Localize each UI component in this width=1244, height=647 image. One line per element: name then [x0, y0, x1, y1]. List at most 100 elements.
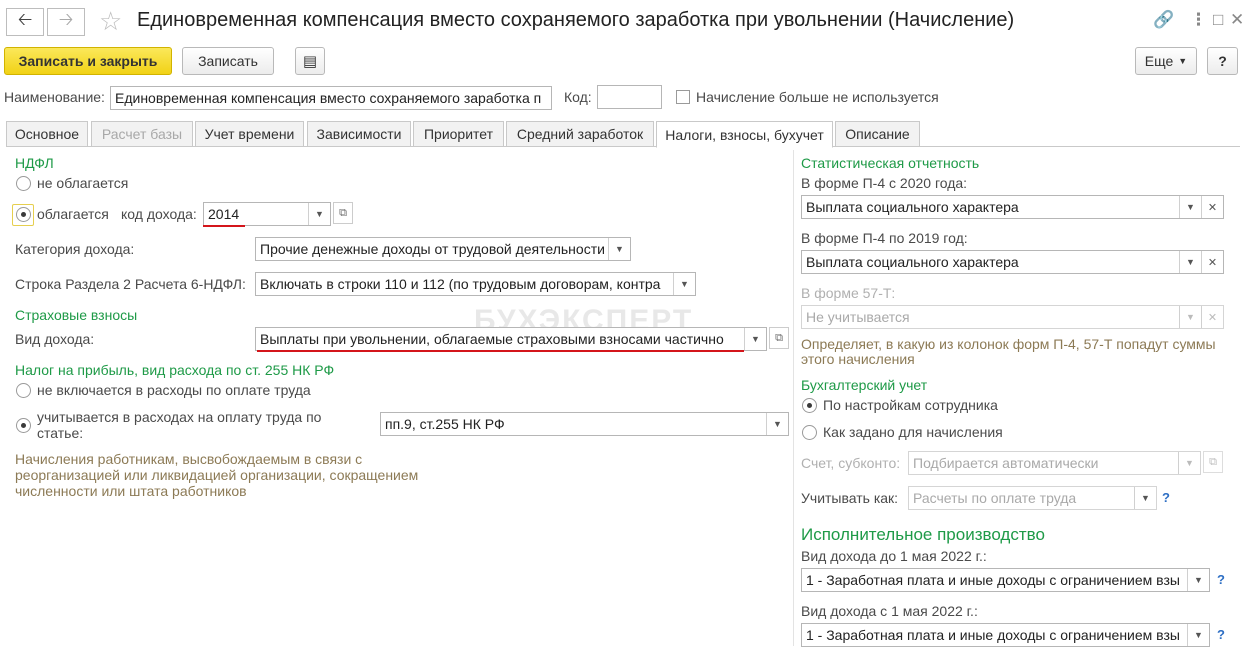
chevron-down-icon: ▼	[315, 209, 324, 219]
save-and-close-button[interactable]: Записать и закрыть	[4, 47, 172, 75]
p4-2020-label: В форме П-4 с 2020 года:	[801, 175, 968, 191]
chevron-down-icon: ▼	[1186, 312, 1195, 322]
tab-taxes[interactable]: Налоги, взносы, бухучет	[656, 121, 833, 148]
income-code-input[interactable]: 2014 ▼	[203, 202, 331, 226]
income-type-dropdown[interactable]: ▼	[744, 328, 766, 350]
code-input[interactable]	[597, 85, 662, 109]
income-type-open-button[interactable]: ⧉	[769, 327, 789, 349]
income-category-dropdown[interactable]: ▼	[608, 238, 630, 260]
count-as-select[interactable]: Расчеты по оплате труда ▼	[908, 486, 1157, 510]
before-may-select[interactable]: 1 - Заработная плата и иные доходы с огр…	[801, 568, 1210, 592]
after-may-label: Вид дохода с 1 мая 2022 г.:	[801, 603, 978, 619]
profit-tax-group-title: Налог на прибыль, вид расхода по ст. 255…	[15, 362, 335, 378]
count-as-value: Расчеты по оплате труда	[913, 490, 1077, 506]
open-icon: ⧉	[339, 206, 347, 219]
after-may-select[interactable]: 1 - Заработная плата и иные доходы с огр…	[801, 623, 1210, 647]
column-divider	[793, 150, 794, 646]
p4-2019-dropdown[interactable]: ▼	[1179, 251, 1201, 273]
p4-2019-clear[interactable]: ✕	[1201, 251, 1223, 273]
section2-value: Включать в строки 110 и 112 (по трудовым…	[260, 276, 661, 292]
f57-clear[interactable]: ✕	[1201, 306, 1223, 328]
enforcement-group-title: Исполнительное производство	[801, 525, 1045, 544]
account-dropdown[interactable]: ▼	[1178, 452, 1200, 474]
chevron-down-icon: ▼	[773, 419, 782, 429]
link-icon[interactable]: 🔗	[1153, 10, 1174, 30]
favorite-star-icon[interactable]: ☆	[99, 6, 122, 37]
arrow-left-icon: 🡠	[17, 9, 33, 29]
f57-dropdown[interactable]: ▼	[1179, 306, 1201, 328]
profit-tax-note-line3: численности или штата работников	[15, 483, 247, 499]
name-input[interactable]: Единовременная компенсация вместо сохран…	[110, 86, 552, 110]
income-type-select[interactable]: Выплаты при увольнении, облагаемые страх…	[255, 327, 767, 351]
p4-2020-dropdown[interactable]: ▼	[1179, 196, 1201, 218]
article-value: пп.9, ст.255 НК РФ	[385, 416, 505, 432]
section2-select[interactable]: Включать в строки 110 и 112 (по трудовым…	[255, 272, 696, 296]
document-list-button[interactable]: ▤	[295, 47, 325, 75]
income-category-select[interactable]: Прочие денежные доходы от трудовой деяте…	[255, 237, 631, 261]
save-button[interactable]: Записать	[182, 47, 274, 75]
name-label: Наименование:	[4, 89, 105, 105]
chevron-down-icon: ▼	[1194, 575, 1203, 585]
arrow-right-icon: 🡢	[58, 9, 74, 29]
chevron-down-icon: ▼	[1185, 458, 1194, 468]
chevron-down-icon: ▼	[1141, 493, 1150, 503]
tab-base-calc[interactable]: Расчет базы	[91, 121, 193, 147]
tab-description[interactable]: Описание	[835, 121, 920, 147]
more-menu-button[interactable]: Еще ▼	[1135, 47, 1197, 75]
insurance-group-title: Страховые взносы	[15, 307, 138, 323]
ndfl-group-title: НДФЛ	[15, 155, 54, 171]
as-accrual-radio[interactable]	[802, 425, 817, 440]
stat-note-line2: этого начисления	[801, 351, 915, 367]
article-dropdown[interactable]: ▼	[766, 413, 788, 435]
after-may-dropdown[interactable]: ▼	[1187, 624, 1209, 646]
document-icon: ▤	[302, 53, 318, 70]
taxed-radio[interactable]	[16, 207, 31, 222]
f57-select[interactable]: Не учитывается ▼ ✕	[801, 305, 1224, 329]
included-label-line2: статье:	[37, 425, 84, 441]
income-code-highlight	[203, 225, 245, 227]
accounting-group-title: Бухгалтерский учет	[801, 377, 928, 393]
tab-priority[interactable]: Приоритет	[413, 121, 504, 147]
unused-checkbox[interactable]	[676, 90, 690, 104]
account-label: Счет, субконто:	[801, 455, 901, 471]
stat-group-title: Статистическая отчетность	[801, 155, 980, 171]
forward-button[interactable]: 🡢	[47, 8, 85, 36]
by-employee-label: По настройкам сотрудника	[823, 397, 998, 413]
tab-main[interactable]: Основное	[6, 121, 88, 147]
after-may-help-icon[interactable]: ?	[1217, 627, 1225, 642]
income-type-value: Выплаты при увольнении, облагаемые страх…	[260, 331, 724, 347]
p4-2020-clear[interactable]: ✕	[1201, 196, 1223, 218]
income-code-dropdown[interactable]: ▼	[308, 203, 330, 225]
tab-dependencies[interactable]: Зависимости	[307, 121, 411, 147]
before-may-dropdown[interactable]: ▼	[1187, 569, 1209, 591]
maximize-icon[interactable]: □	[1213, 10, 1223, 30]
help-button[interactable]: ?	[1207, 47, 1238, 75]
chevron-down-icon: ▼	[1186, 257, 1195, 267]
p4-2020-select[interactable]: Выплата социального характера ▼ ✕	[801, 195, 1224, 219]
before-may-help-icon[interactable]: ?	[1217, 572, 1225, 587]
tab-average-earnings[interactable]: Средний заработок	[506, 121, 654, 147]
not-included-label: не включается в расходы по оплате труда	[37, 382, 311, 398]
close-icon[interactable]: ✕	[1230, 10, 1244, 30]
tab-time-accounting[interactable]: Учет времени	[195, 121, 304, 147]
not-taxed-radio[interactable]	[16, 176, 31, 191]
article-select[interactable]: пп.9, ст.255 НК РФ ▼	[380, 412, 789, 436]
section2-dropdown[interactable]: ▼	[673, 273, 695, 295]
open-icon: ⧉	[775, 331, 783, 344]
p4-2019-select[interactable]: Выплата социального характера ▼ ✕	[801, 250, 1224, 274]
before-may-value: 1 - Заработная плата и иные доходы с огр…	[806, 572, 1180, 588]
count-as-help-icon[interactable]: ?	[1162, 490, 1170, 505]
income-category-label: Категория дохода:	[15, 241, 135, 257]
income-code-open-button[interactable]: ⧉	[333, 202, 353, 224]
account-select[interactable]: Подбирается автоматически ▼	[908, 451, 1201, 475]
clear-icon: ✕	[1207, 201, 1218, 214]
not-included-radio[interactable]	[16, 383, 31, 398]
account-open-button[interactable]: ⧉	[1203, 451, 1223, 473]
included-radio[interactable]	[16, 418, 31, 433]
back-button[interactable]: 🡠	[6, 8, 44, 36]
by-employee-radio[interactable]	[802, 398, 817, 413]
p4-2019-label: В форме П-4 по 2019 год:	[801, 230, 968, 246]
count-as-dropdown[interactable]: ▼	[1134, 487, 1156, 509]
more-vertical-icon[interactable]: ⋮	[1190, 10, 1207, 30]
not-taxed-label: не облагается	[37, 175, 129, 191]
